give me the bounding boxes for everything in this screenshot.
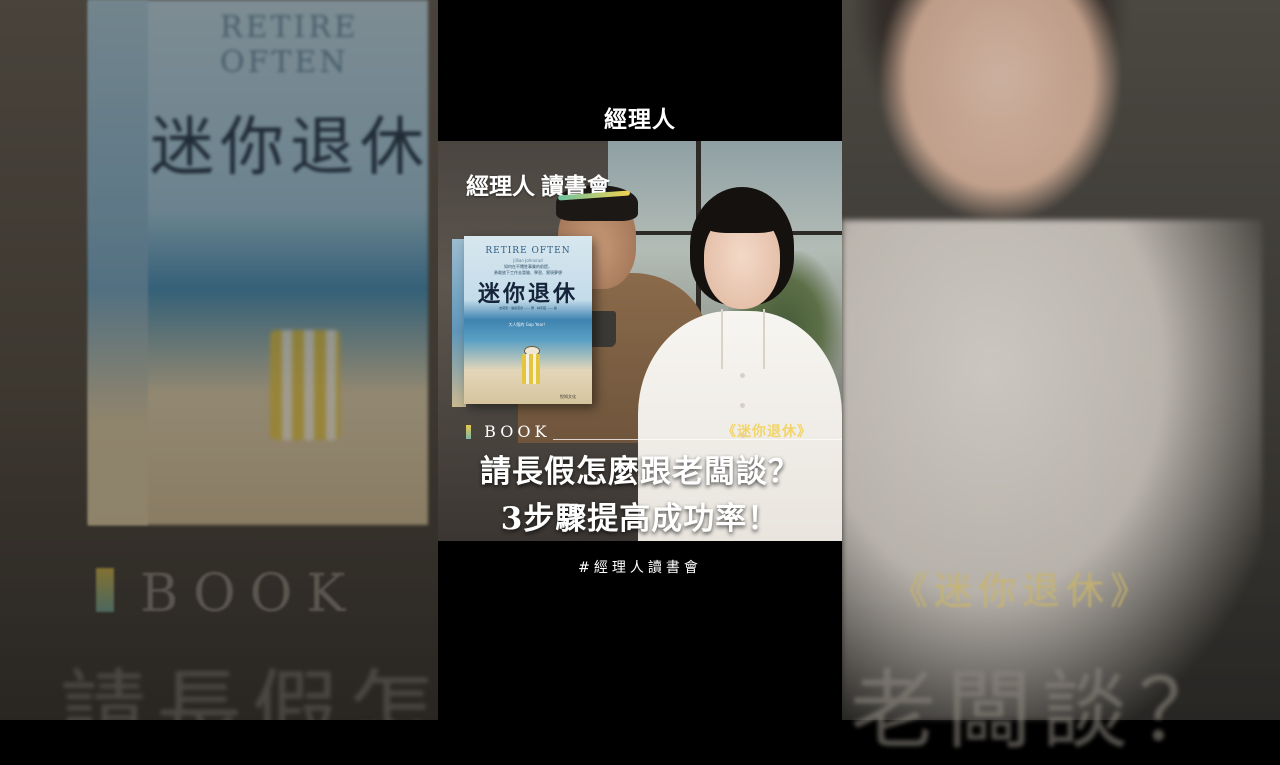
brand-title: 經理人 <box>438 100 842 134</box>
headline: 請長假怎麼跟老闆談？ 3步驟提高成功率！ <box>438 449 842 541</box>
video-frame[interactable]: 經理人 RETIRE OFTEN Jillian Johnsrud 如何在不犧牲… <box>438 0 842 720</box>
backdrop-left: RETIRE OFTEN 迷你退休 BOOK 請長假怎 <box>0 0 438 720</box>
club-logo-brand: 經理人 <box>466 174 535 200</box>
book-label-text: BOOK <box>484 422 551 441</box>
backdrop-face <box>880 0 1120 220</box>
shirt-button <box>740 403 745 408</box>
backdrop-band-bar <box>96 568 114 612</box>
backdrop-book-spine <box>88 0 148 525</box>
book-gap-year: 大人版的 Gap Year！ <box>508 322 548 327</box>
book-authors: 吉莉安・強思若德 —— 著 林宇蔵 —— 譯 <box>499 306 557 310</box>
shirt-button <box>740 373 745 378</box>
backdrop-beach-chair <box>270 330 340 440</box>
book-cover: RETIRE OFTEN Jillian Johnsrud 如何在不犧牲事業的前… <box>464 236 592 404</box>
coffee-mug <box>588 311 616 347</box>
beach-chair-icon <box>522 354 540 384</box>
backdrop-book-label: BOOK <box>140 564 360 624</box>
backdrop-book-cover <box>88 0 428 525</box>
book-cn-title: 迷你退休 <box>477 281 578 307</box>
headline-line-1: 請長假怎麼跟老闆談？ <box>480 454 800 490</box>
book-publisher: 悅知文化 <box>560 394 576 399</box>
backdrop-headline-left: 請長假怎 <box>60 661 438 720</box>
book-tagline: 如何在不犧牲事業的前提， 勇敢放下工作去冒險、學習、實現夢想 <box>464 264 592 276</box>
backdrop-headline-right: 老闆談？ <box>850 661 1234 761</box>
backdrop-book-title: 迷你退休 <box>150 111 430 185</box>
brand-title-text: 經理人 <box>604 107 676 133</box>
woman-collar <box>721 309 765 369</box>
woman-bangs <box>702 201 782 233</box>
backdrop-book-en-title: RETIRE OFTEN <box>220 10 359 80</box>
video-thumbnail[interactable]: RETIRE OFTEN Jillian Johnsrud 如何在不犧牲事業的前… <box>438 141 842 541</box>
book-en-author: Jillian Johnsrud <box>513 258 543 263</box>
hashtag-caption[interactable]: #經理人讀書會 <box>438 557 842 577</box>
book-en-title: RETIRE OFTEN <box>485 246 571 256</box>
backdrop-book-name: 《迷你退休》 <box>890 569 1155 613</box>
book-name: 《迷你退休》 <box>722 424 812 440</box>
headline-line-2: 3步驟提高成功率！ <box>500 501 780 537</box>
book-label: BOOK <box>466 422 550 441</box>
